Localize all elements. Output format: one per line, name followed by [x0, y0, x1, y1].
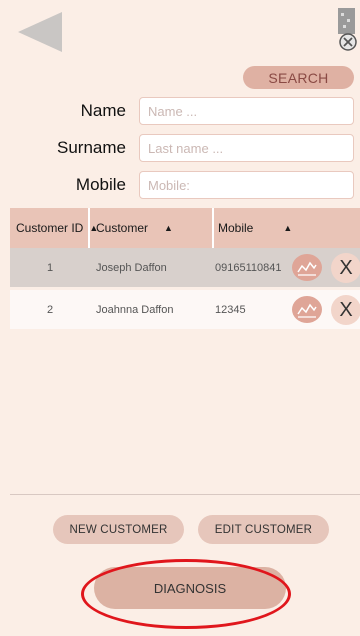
- table-row[interactable]: 2 Joahnna Daffon 12345 X: [10, 290, 360, 329]
- back-arrow-icon[interactable]: [18, 12, 64, 52]
- delete-button[interactable]: X: [331, 295, 360, 325]
- name-input[interactable]: [139, 97, 354, 125]
- delete-button[interactable]: X: [331, 253, 360, 283]
- column-divider: [212, 208, 214, 248]
- customer-id-cell: 1: [47, 261, 54, 274]
- search-button[interactable]: SEARCH: [243, 66, 354, 89]
- customer-table: 1 Joseph Daffon 09165110841 X 2 Joahnna …: [10, 248, 360, 492]
- surname-label: Surname: [57, 138, 126, 157]
- name-row: Name: [0, 97, 360, 127]
- sort-arrow-icon: ▲: [283, 223, 293, 233]
- chart-button[interactable]: [292, 254, 322, 281]
- table-row[interactable]: 1 Joseph Daffon 09165110841 X: [10, 248, 360, 287]
- close-icon[interactable]: [335, 6, 357, 52]
- mobile-input[interactable]: [139, 171, 354, 199]
- column-label: Customer: [96, 221, 149, 235]
- diagnosis-button[interactable]: DIAGNOSIS: [94, 567, 286, 609]
- column-header-customer-id[interactable]: Customer ID ▲: [16, 208, 98, 248]
- edit-customer-button[interactable]: EDIT CUSTOMER: [198, 515, 329, 544]
- table-header: Customer ID ▲ Customer ▲ Mobile ▲: [10, 208, 360, 248]
- name-label: Name: [80, 101, 126, 120]
- column-header-customer[interactable]: Customer ▲: [96, 208, 173, 248]
- mobile-cell: 09165110841: [215, 261, 282, 274]
- new-customer-button[interactable]: NEW CUSTOMER: [53, 515, 184, 544]
- chart-icon: [297, 261, 317, 276]
- mobile-label: Mobile: [75, 175, 126, 194]
- chart-button[interactable]: [292, 296, 322, 323]
- chart-icon: [297, 303, 317, 318]
- column-divider: [88, 208, 90, 248]
- surname-input[interactable]: [139, 134, 354, 162]
- customer-name-cell: Joahnna Daffon: [96, 303, 174, 316]
- surname-row: Surname: [0, 134, 360, 164]
- column-label: Customer ID: [16, 221, 84, 235]
- mobile-cell: 12345: [215, 303, 246, 316]
- customer-name-cell: Joseph Daffon: [96, 261, 167, 274]
- column-header-mobile[interactable]: Mobile ▲: [218, 208, 292, 248]
- column-label: Mobile: [218, 221, 254, 235]
- sort-arrow-icon: ▲: [164, 223, 173, 233]
- mobile-row: Mobile: [0, 171, 360, 201]
- customer-id-cell: 2: [47, 303, 54, 316]
- top-bar: [0, 0, 360, 62]
